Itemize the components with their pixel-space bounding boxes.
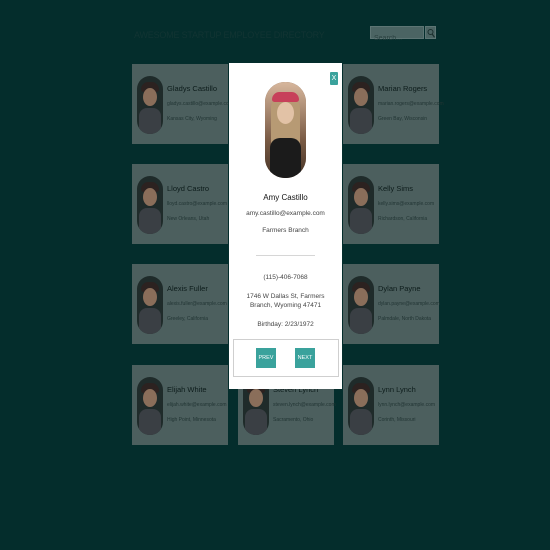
- employee-card[interactable]: Gladys Castillo gladys.castillo@example.…: [132, 64, 233, 144]
- next-button[interactable]: NEXT: [295, 348, 315, 368]
- modal-divider: [256, 255, 315, 256]
- employee-name: Marian Rogers: [378, 84, 428, 93]
- employee-email: kelly.sims@example.com: [378, 201, 435, 207]
- avatar: [348, 276, 374, 334]
- employee-name: Kelly Sims: [378, 184, 414, 193]
- avatar: [137, 276, 163, 334]
- employee-city: High Point, Minnesota: [167, 417, 216, 423]
- search-input[interactable]: [371, 33, 425, 44]
- employee-modal: X Amy Castillo amy.castillo@example.com …: [229, 63, 342, 389]
- employee-name: Lloyd Castro: [167, 184, 210, 193]
- employee-email: steven.lynch@example.com: [273, 402, 336, 408]
- employee-email: elijah.white@example.com: [167, 402, 227, 408]
- employee-city: Green Bay, Wisconsin: [378, 116, 428, 122]
- employee-email: gladys.castillo@example.com: [167, 101, 233, 107]
- employee-city: Sacramento, Ohio: [273, 417, 314, 423]
- avatar: [137, 176, 163, 234]
- employee-city: Richardson, California: [378, 216, 428, 222]
- avatar: [348, 377, 374, 435]
- modal-phone: (115)-406-7068: [263, 274, 308, 281]
- modal-city: Farmers Branch: [262, 227, 309, 234]
- employee-card[interactable]: Elijah White elijah.white@example.com Hi…: [132, 365, 228, 445]
- search-icon: [427, 29, 435, 38]
- employee-name: Elijah White: [167, 385, 207, 394]
- search-button[interactable]: [425, 26, 436, 39]
- employee-city: Palmdale, North Dakota: [378, 316, 432, 322]
- employee-email: dylan.payne@example.com: [378, 301, 440, 307]
- modal-nav: PREV NEXT: [233, 339, 339, 377]
- employee-name: Dylan Payne: [378, 284, 421, 293]
- close-button[interactable]: X: [330, 72, 338, 85]
- employee-city: New Orleans, Utah: [167, 216, 210, 222]
- employee-card[interactable]: Lloyd Castro lloyd.castro@example.com Ne…: [132, 164, 228, 244]
- employee-card[interactable]: Lynn Lynch lynn.lynch@example.com Corint…: [343, 365, 439, 445]
- employee-city: Corinth, Missouri: [378, 417, 416, 423]
- avatar: [137, 377, 163, 435]
- modal-avatar: [265, 82, 306, 178]
- employee-email: lloyd.castro@example.com: [167, 201, 228, 207]
- modal-name: Amy Castillo: [263, 193, 308, 202]
- employee-name: Lynn Lynch: [378, 385, 416, 394]
- employee-email: marian.rogers@example.com: [378, 101, 444, 107]
- modal-address: 1746 W Dallas St, Farmers Branch, Wyomin…: [246, 293, 325, 309]
- avatar: [137, 76, 163, 134]
- modal-email: amy.castillo@example.com: [246, 210, 325, 217]
- employee-card[interactable]: Kelly Sims kelly.sims@example.com Richar…: [343, 164, 439, 244]
- employee-card[interactable]: Alexis Fuller alexis.fuller@example.com …: [132, 264, 228, 344]
- search-box[interactable]: [370, 26, 425, 44]
- page-title: AWESOME STARTUP EMPLOYEE DIRECTORY: [134, 30, 325, 40]
- employee-card[interactable]: Marian Rogers marian.rogers@example.com …: [343, 64, 444, 144]
- modal-birthday: Birthday: 2/23/1972: [257, 321, 314, 328]
- employee-city: Kansas City, Wyoming: [167, 116, 217, 122]
- employee-card[interactable]: Dylan Payne dylan.payne@example.com Palm…: [343, 264, 440, 344]
- avatar: [348, 176, 374, 234]
- employee-name: Gladys Castillo: [167, 84, 218, 93]
- employee-city: Greeley, California: [167, 316, 209, 322]
- employee-name: Alexis Fuller: [167, 284, 208, 293]
- employee-email: alexis.fuller@example.com: [167, 301, 227, 307]
- prev-button[interactable]: PREV: [256, 348, 276, 368]
- avatar: [348, 76, 374, 134]
- header: AWESOME STARTUP EMPLOYEE DIRECTORY: [134, 26, 436, 44]
- employee-email: lynn.lynch@example.com: [378, 402, 436, 408]
